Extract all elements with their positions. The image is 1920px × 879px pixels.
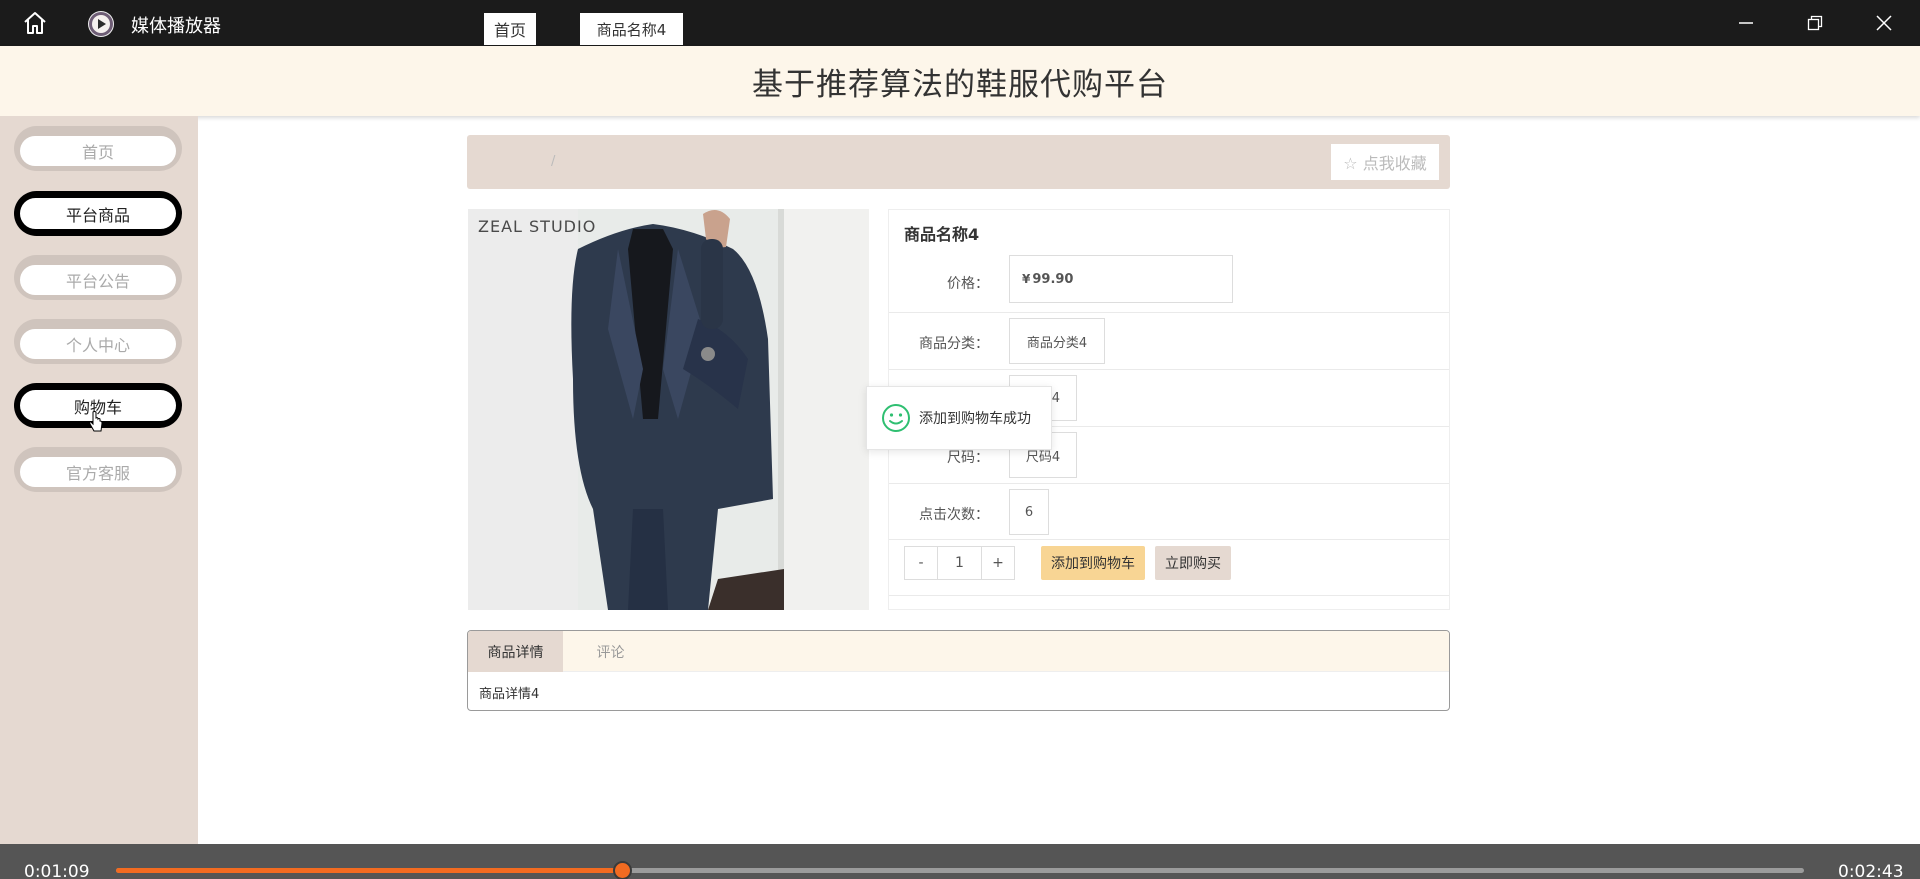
window-title: 媒体播放器 [131, 16, 221, 37]
seek-handle[interactable] [613, 861, 633, 879]
cursor-icon [89, 411, 103, 432]
quantity-input[interactable]: 1 [937, 546, 982, 580]
sidebar-item-label: 个人中心 [20, 329, 176, 359]
tab-details[interactable]: 商品详情 [468, 631, 563, 672]
sidebar-item-announcements[interactable]: 平台公告 [14, 255, 182, 300]
image-brand-text: ZEAL STUDIO [478, 217, 597, 236]
minimize-icon[interactable] [1735, 12, 1757, 34]
breadcrumb-current: 商品名称4 [580, 13, 683, 45]
category-row: 商品分类： 商品分类4 [889, 313, 1449, 370]
sidebar-item-home[interactable]: 首页 [14, 126, 182, 171]
sidebar-item-label: 首页 [20, 136, 176, 166]
currency-symbol: ¥ [1022, 272, 1031, 286]
smile-icon [882, 404, 910, 432]
favorite-button[interactable]: ☆ 点我收藏 [1331, 144, 1439, 180]
breadcrumb-home[interactable]: 首页 [484, 13, 536, 45]
home-icon[interactable] [22, 11, 48, 35]
clicks-row: 点击次数： 6 [889, 484, 1449, 540]
buy-now-button[interactable]: 立即购买 [1155, 546, 1231, 580]
product-image: ZEAL STUDIO [468, 209, 869, 610]
category-value: 商品分类4 [1009, 318, 1105, 364]
sidebar-item-products[interactable]: 平台商品 [14, 191, 182, 236]
site-title: 基于推荐算法的鞋服代购平台 [752, 66, 1168, 103]
clicks-value: 6 [1009, 489, 1049, 535]
add-to-cart-button[interactable]: 添加到购物车 [1041, 546, 1145, 580]
increase-button[interactable]: + [981, 546, 1015, 580]
restore-icon[interactable] [1804, 12, 1826, 34]
sidebar-item-profile[interactable]: 个人中心 [14, 319, 182, 364]
price-row: 价格： ¥ 99.90 [889, 255, 1449, 313]
toast-notification: 添加到购物车成功 [866, 386, 1052, 450]
clicks-label: 点击次数： [919, 507, 989, 523]
sidebar-item-label: 平台商品 [20, 198, 176, 229]
site-header: 基于推荐算法的鞋服代购平台 [0, 46, 1920, 116]
breadcrumb [467, 135, 1450, 189]
total-time: 0:02:43 [1838, 862, 1904, 879]
seek-bar[interactable] [116, 861, 1804, 879]
close-icon[interactable] [1873, 12, 1895, 34]
product-name: 商品名称4 [904, 225, 980, 244]
category-label: 商品分类： [919, 336, 989, 352]
play-icon [88, 11, 114, 37]
toast-message: 添加到购物车成功 [919, 411, 1031, 427]
price-label: 价格： [947, 276, 989, 292]
tab-comments[interactable]: 评论 [563, 631, 658, 672]
title-bar: 媒体播放器 [0, 0, 1920, 46]
price-value: ¥ 99.90 [1009, 255, 1233, 303]
media-player-bar: 0:01:09 0:02:43 [0, 844, 1920, 879]
elapsed-time: 0:01:09 [24, 862, 90, 879]
sidebar: 首页 平台商品 平台公告 个人中心 购物车 官方客服 [0, 116, 198, 844]
detail-tabs: 商品详情 评论 商品详情4 [467, 630, 1450, 711]
sidebar-item-label: 官方客服 [20, 457, 176, 487]
breadcrumb-separator: / [551, 154, 556, 169]
sidebar-item-label: 平台公告 [20, 265, 176, 295]
seek-fill [116, 868, 623, 873]
decrease-button[interactable]: - [904, 546, 938, 580]
tab-content: 商品详情4 [479, 687, 540, 702]
price-amount: 99.90 [1032, 271, 1074, 287]
size-label: 尺码： [947, 450, 989, 466]
sidebar-item-support[interactable]: 官方客服 [14, 447, 182, 492]
